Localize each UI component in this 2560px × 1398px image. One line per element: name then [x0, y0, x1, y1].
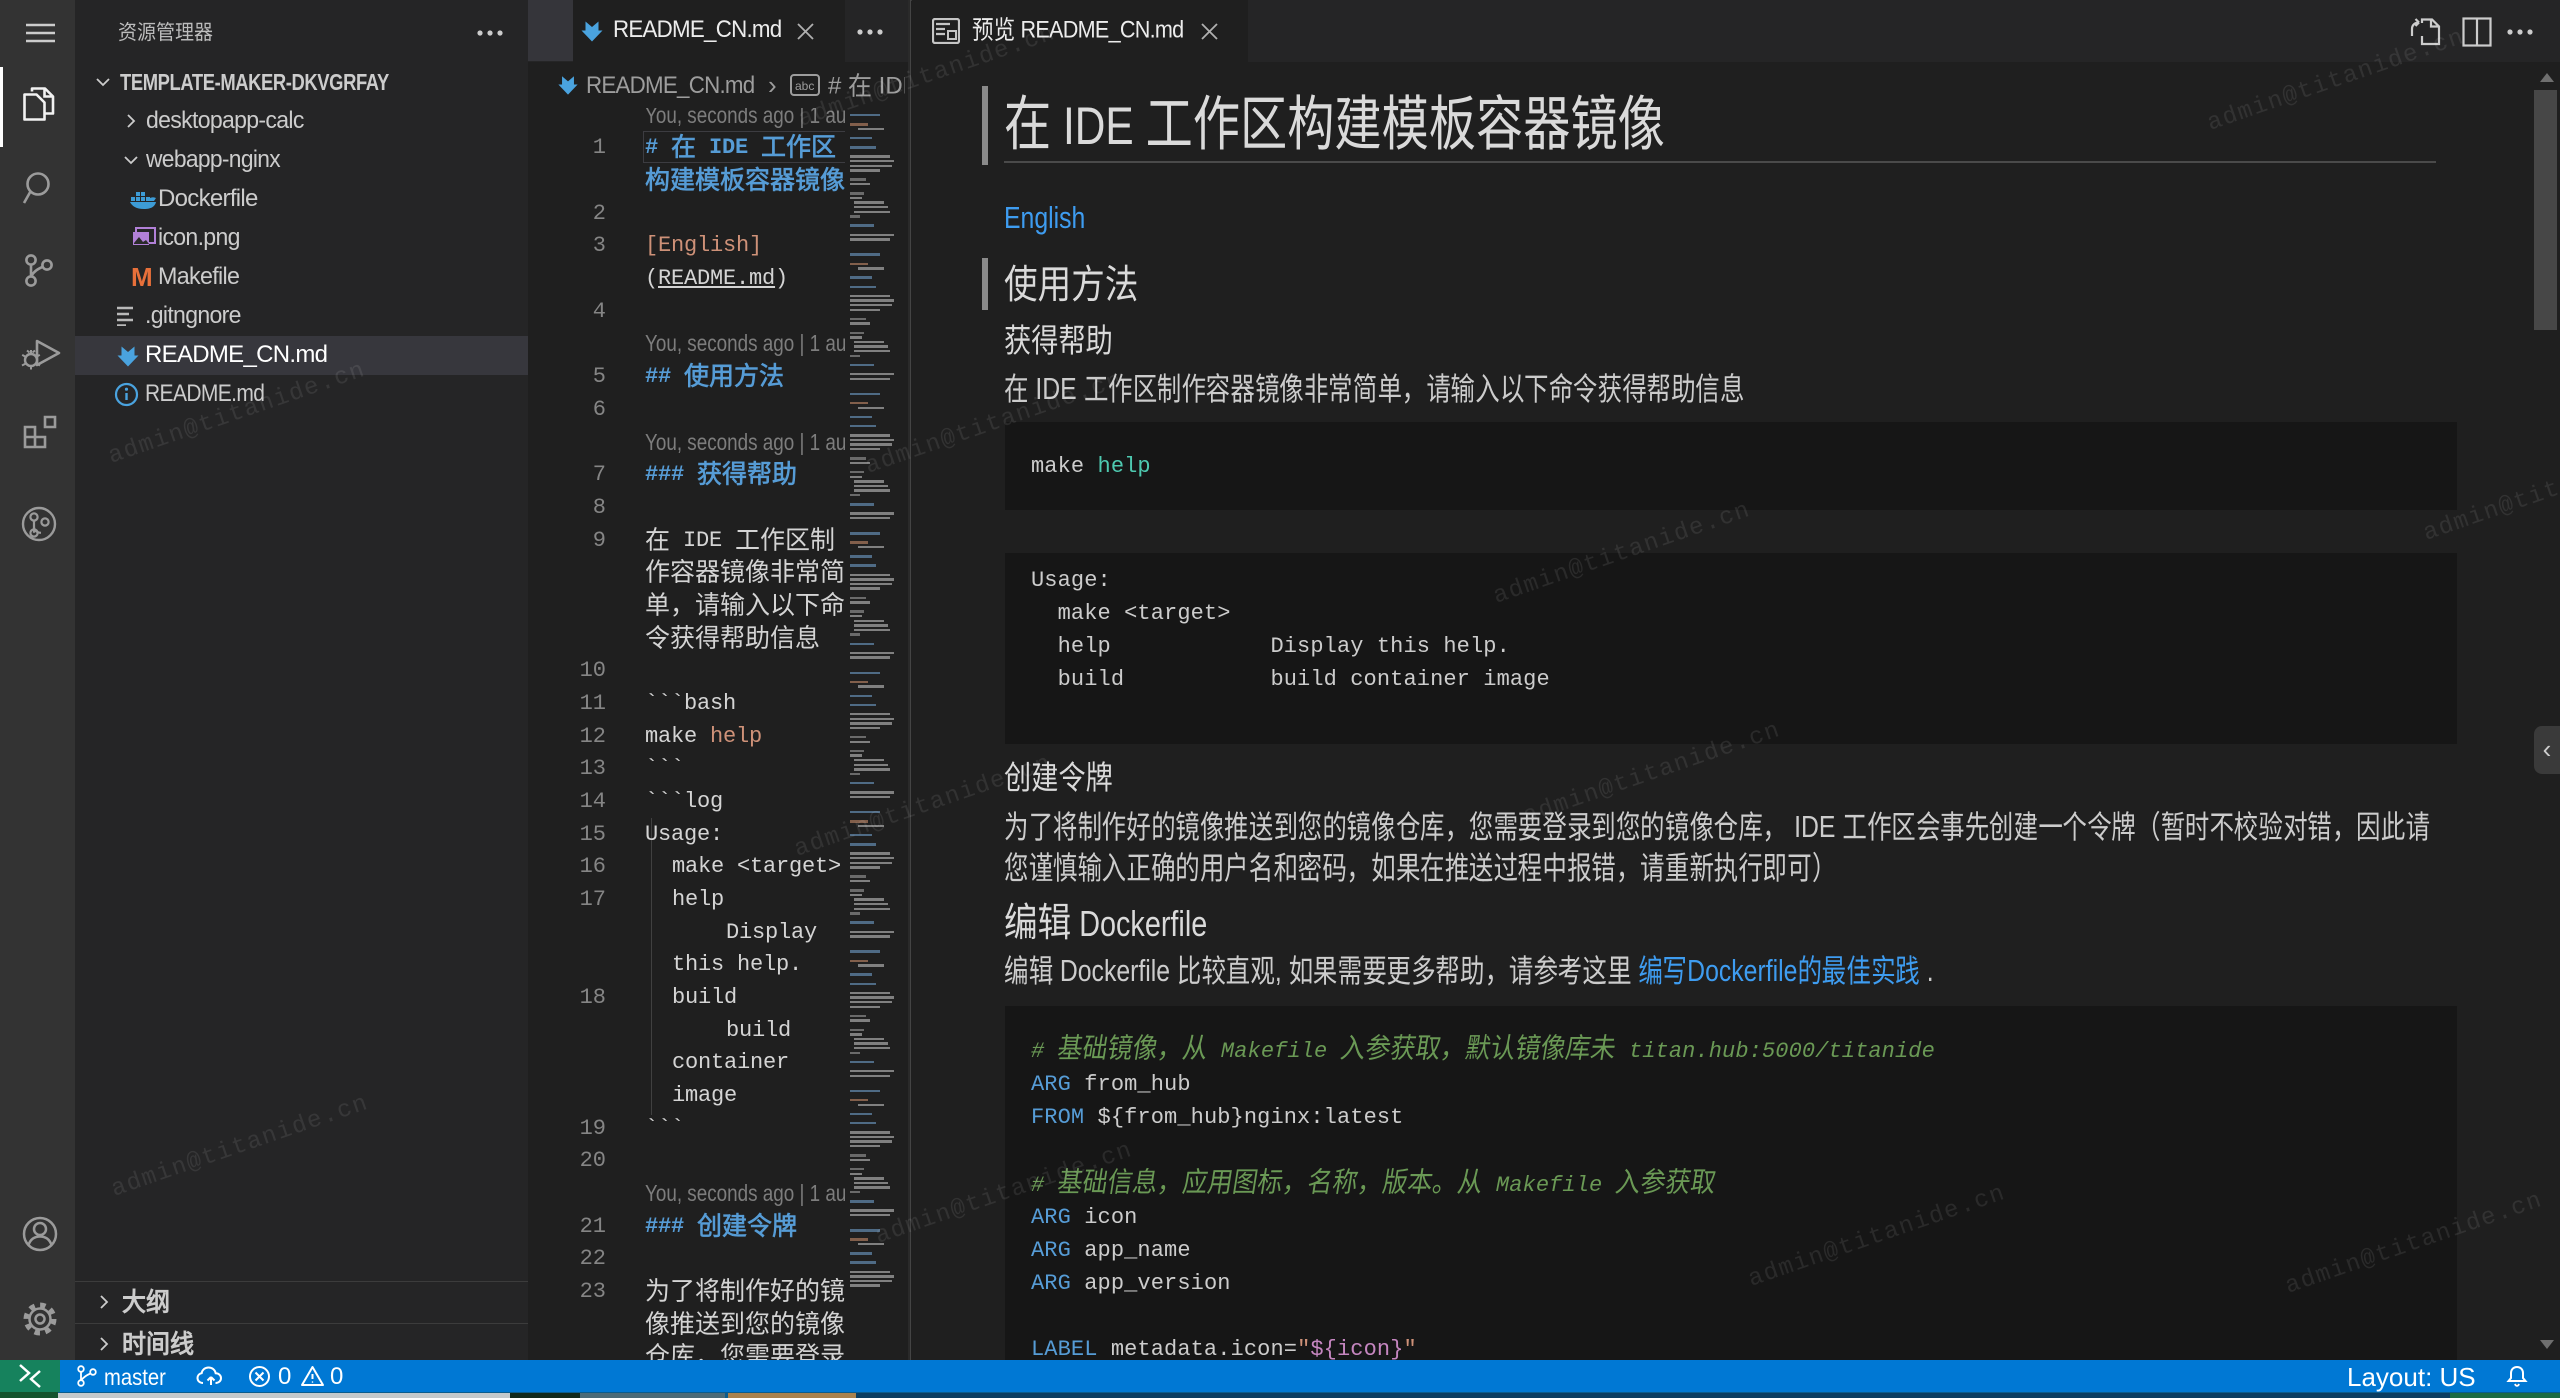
- svg-text:abc: abc: [795, 79, 814, 93]
